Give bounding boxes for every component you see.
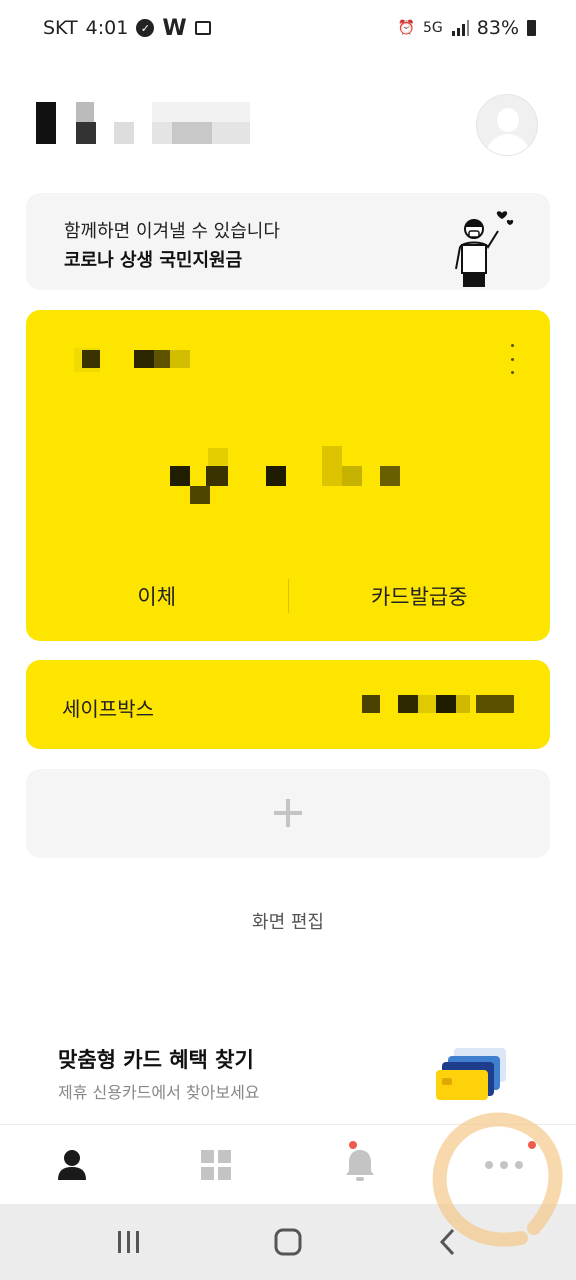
grid-icon [201,1149,231,1180]
banner-title: 코로나 상생 국민지원금 [64,250,243,271]
w-app-icon: W [162,15,187,41]
header [0,80,576,170]
person-icon [58,1149,86,1180]
account-card[interactable]: 이체 카드발급중 [26,310,550,641]
back-icon [439,1228,454,1256]
carrier-label: SKT [43,17,78,39]
signal-icon [451,20,469,36]
account-name-redacted [62,348,202,372]
recent-apps-button[interactable] [99,1212,159,1272]
transfer-button[interactable]: 이체 [26,581,288,611]
nav-products[interactable] [144,1125,288,1204]
battery-percent: 83% [476,17,519,39]
safebox-card[interactable]: 세이프박스 [26,660,550,749]
balance-redacted [166,446,406,506]
clock: 4:01 [85,17,129,39]
battery-icon [527,20,536,36]
bottom-navigation [0,1124,576,1204]
card-benefit-promo[interactable]: 맞춤형 카드 혜택 찾기 제휴 신용카드에서 찾아보세요 [0,1028,576,1128]
home-icon [274,1228,302,1256]
nav-home[interactable] [0,1125,144,1204]
safebox-label: 세이프박스 [62,697,154,721]
system-navigation-bar [0,1204,576,1280]
person-heart-illustration [455,211,514,287]
safebox-amount-redacted [358,693,518,715]
more-badge [528,1141,536,1149]
alarm-lock-icon: ⏰ [397,20,415,36]
user-name-redacted [36,102,250,144]
notification-badge [349,1141,357,1149]
card-issuing-button[interactable]: 카드발급중 [289,581,551,611]
image-notification-icon [194,21,211,35]
home-button[interactable] [258,1212,318,1272]
status-bar: SKT 4:01 ✓ W ⏰ 5G 83% [0,0,576,56]
vpn-icon: ✓ [136,19,155,37]
plus-icon [274,799,302,827]
nav-more[interactable] [432,1125,576,1204]
more-options-icon[interactable] [502,344,522,374]
support-banner[interactable]: 함께하면 이겨낼 수 있습니다 코로나 상생 국민지원금 [26,193,550,290]
network-type-label: 5G [423,20,443,36]
promo-title: 맞춤형 카드 혜택 찾기 [58,1048,254,1072]
more-icon [485,1160,523,1169]
credit-cards-illustration [436,1048,510,1104]
edit-screen-button[interactable]: 화면 편집 [0,908,576,934]
recent-apps-icon [118,1231,140,1253]
bell-icon [346,1149,374,1181]
promo-subtitle: 제휴 신용카드에서 찾아보세요 [58,1083,260,1102]
nav-notifications[interactable] [288,1125,432,1204]
add-product-button[interactable] [26,769,550,858]
card-action-row: 이체 카드발급중 [26,551,550,641]
profile-avatar[interactable] [476,94,538,156]
back-button[interactable] [417,1212,477,1272]
banner-subtitle: 함께하면 이겨낼 수 있습니다 [64,221,280,242]
